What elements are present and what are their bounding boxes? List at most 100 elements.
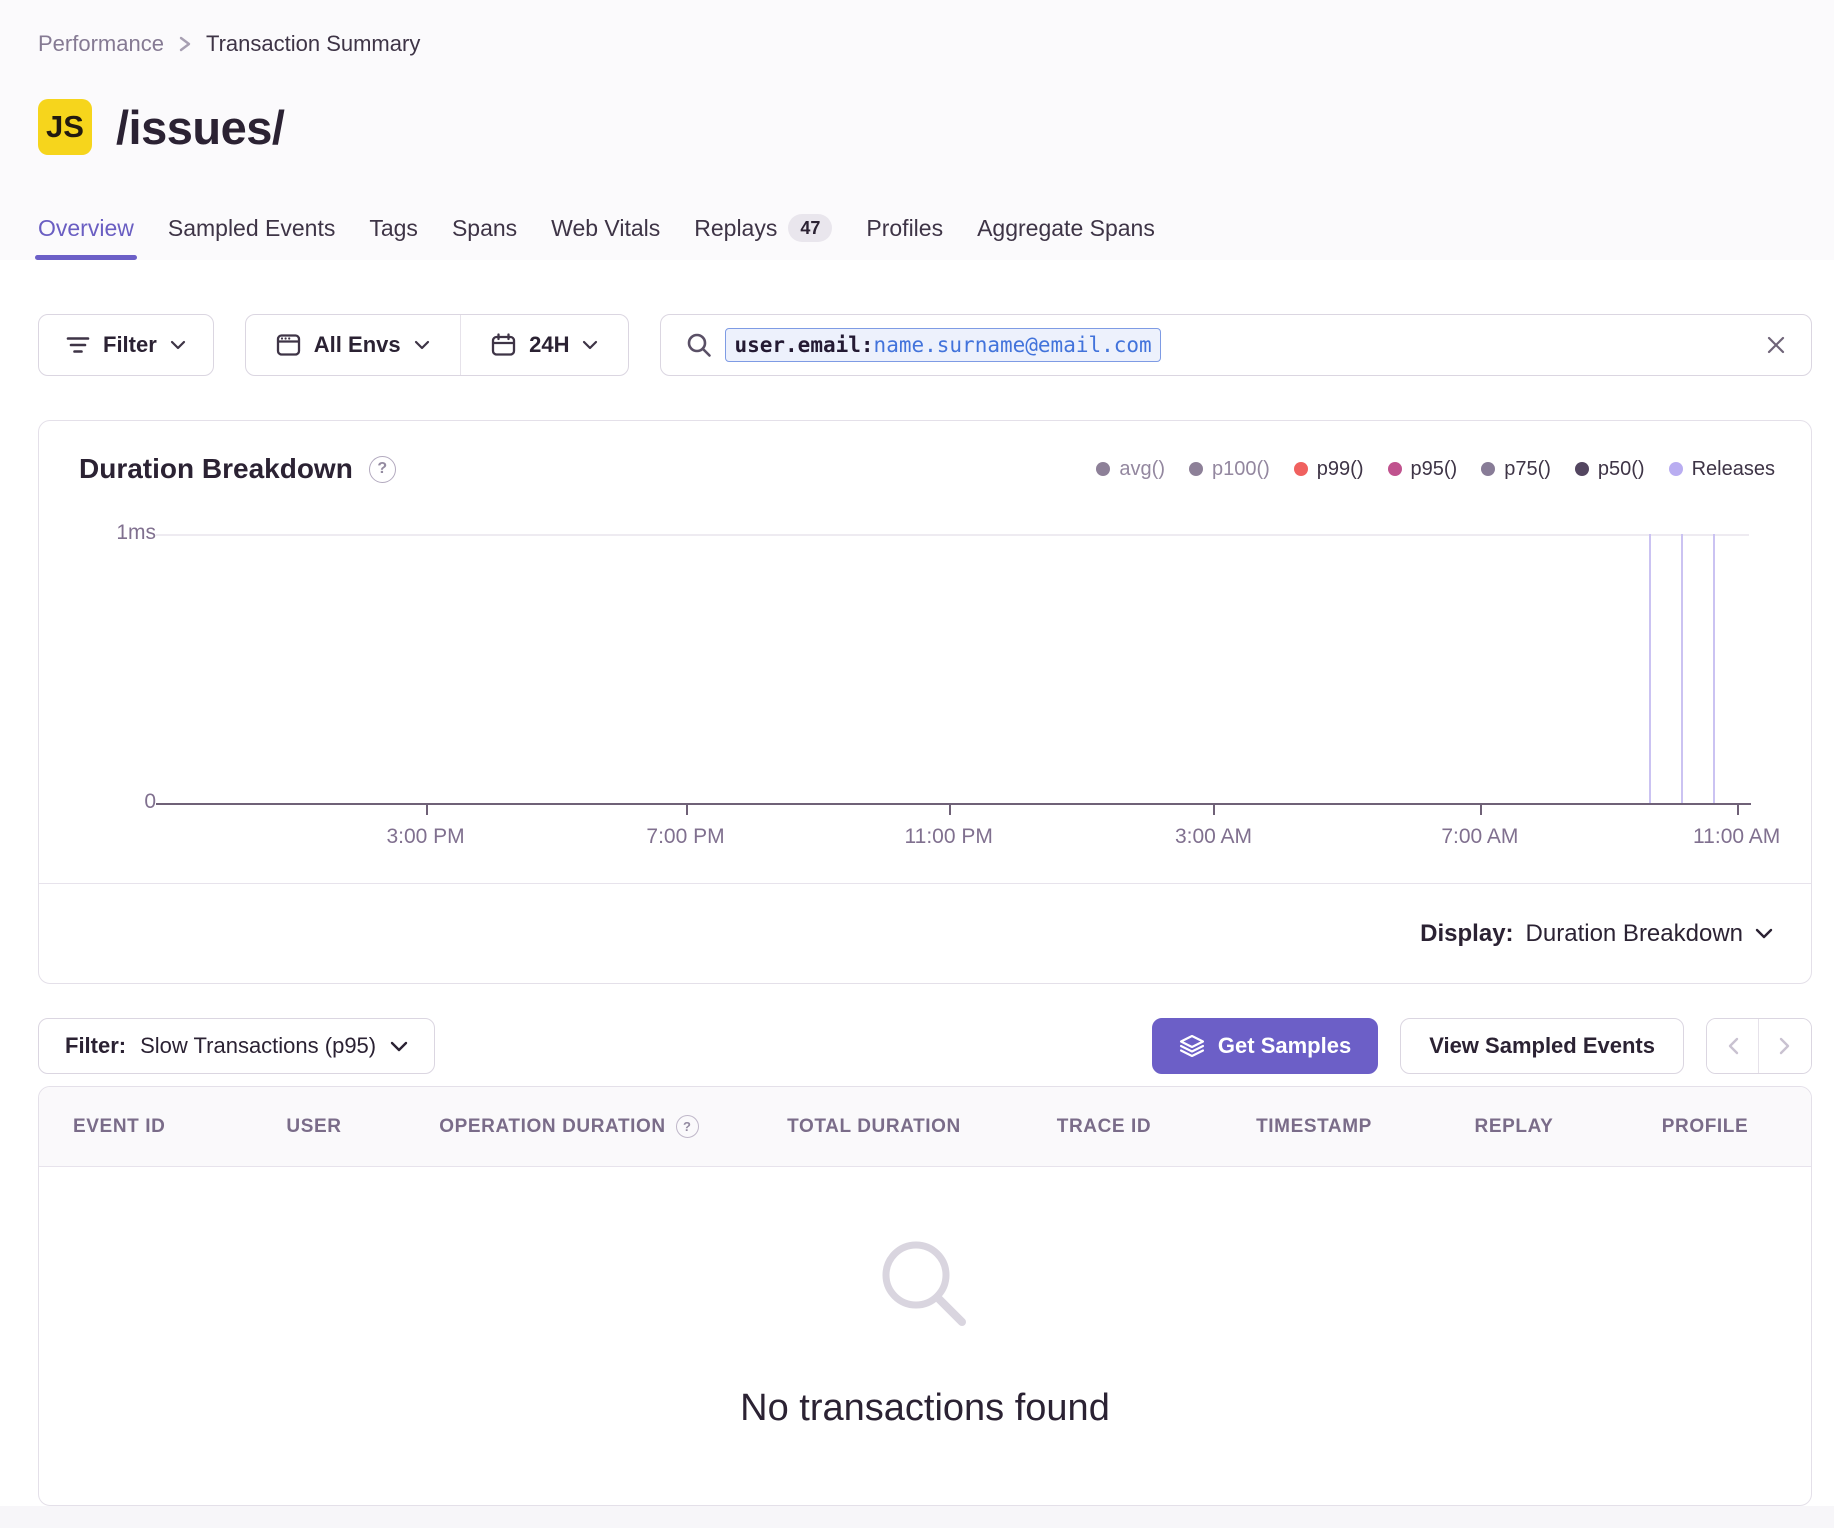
breadcrumb: Performance Transaction Summary: [38, 30, 1812, 58]
release-marker-line: [1681, 534, 1684, 803]
tab-aggregate-spans[interactable]: Aggregate Spans: [977, 214, 1155, 260]
view-sampled-events-button[interactable]: View Sampled Events: [1400, 1018, 1684, 1074]
legend-item-avg[interactable]: avg(): [1096, 458, 1165, 481]
clear-search-icon[interactable]: [1765, 334, 1787, 356]
x-axis-line: [156, 803, 1751, 805]
stack-icon: [1179, 1034, 1205, 1059]
column-header-label: TIMESTAMP: [1256, 1116, 1372, 1138]
tab-label: Spans: [452, 215, 517, 242]
release-marker-line: [1713, 534, 1716, 803]
filter-button-label: Filter: [103, 332, 157, 358]
previous-page-button[interactable]: [1707, 1019, 1759, 1073]
legend-label: p50(): [1598, 458, 1645, 481]
x-axis-tick-label: 7:00 PM: [646, 825, 724, 849]
legend-dot-icon: [1575, 462, 1589, 476]
y-axis-min-label: 0: [38, 790, 156, 814]
display-selector[interactable]: Display: Duration Breakdown: [39, 883, 1811, 983]
table-empty-state: No transactions found: [39, 1167, 1811, 1505]
x-axis-tick: [686, 805, 688, 815]
environment-selector[interactable]: All Envs: [246, 315, 460, 375]
search-token-key: user.email:: [734, 333, 873, 357]
chevron-down-icon: [414, 340, 430, 350]
tab-spans[interactable]: Spans: [452, 214, 517, 260]
duration-breakdown-panel: Duration Breakdown avg() p100() p99() p95()…: [38, 420, 1812, 984]
tab-profiles[interactable]: Profiles: [866, 214, 943, 260]
tab-overview[interactable]: Overview: [38, 214, 134, 260]
transactions-filter-label: Filter:: [65, 1033, 126, 1059]
breadcrumb-chevron-icon: [178, 34, 192, 54]
search-token-value: name.surname@email.com: [874, 333, 1152, 357]
legend-dot-icon: [1669, 462, 1683, 476]
footer-strip: [0, 1506, 1834, 1528]
column-header-label: EVENT ID: [73, 1116, 165, 1138]
legend-item-p100[interactable]: p100(): [1189, 458, 1270, 481]
gridline-top: [156, 534, 1749, 536]
chart-title: Duration Breakdown: [79, 453, 353, 485]
legend-dot-icon: [1096, 462, 1110, 476]
legend-item-p75[interactable]: p75(): [1481, 458, 1551, 481]
y-axis-max-label: 1ms: [38, 521, 156, 545]
chart-legend: avg() p100() p99() p95() p75() p50() Releases: [1096, 458, 1775, 481]
legend-item-p99[interactable]: p99(): [1294, 458, 1364, 481]
legend-dot-icon: [1388, 462, 1402, 476]
x-axis-tick-label: 11:00 PM: [905, 825, 993, 849]
get-samples-label: Get Samples: [1218, 1033, 1351, 1059]
column-header-label: OPERATION DURATION: [439, 1116, 665, 1138]
search-token[interactable]: user.email:name.surname@email.com: [725, 328, 1160, 362]
legend-item-releases[interactable]: Releases: [1669, 458, 1775, 481]
breadcrumb-transaction-summary: Transaction Summary: [206, 30, 420, 58]
tab-label: Overview: [38, 215, 134, 242]
legend-dot-icon: [1189, 462, 1203, 476]
legend-label: p100(): [1212, 458, 1270, 481]
display-value: Duration Breakdown: [1526, 920, 1743, 948]
date-range-selector[interactable]: 24H: [461, 315, 628, 375]
column-header-timestamp: TIMESTAMP: [1199, 1116, 1429, 1138]
filter-button[interactable]: Filter: [38, 314, 214, 376]
help-icon[interactable]: [369, 456, 396, 483]
tab-label: Tags: [369, 215, 418, 242]
column-header-user: USER: [229, 1116, 399, 1138]
tab-tags[interactable]: Tags: [369, 214, 418, 260]
empty-message: No transactions found: [740, 1387, 1110, 1430]
legend-label: Releases: [1692, 458, 1775, 481]
chevron-down-icon: [582, 340, 598, 350]
legend-label: p99(): [1317, 458, 1364, 481]
transactions-filter-dropdown[interactable]: Filter: Slow Transactions (p95): [38, 1018, 435, 1074]
column-header-label: TRACE ID: [1057, 1116, 1152, 1138]
next-page-button[interactable]: [1759, 1019, 1811, 1073]
legend-item-p95[interactable]: p95(): [1388, 458, 1458, 481]
x-axis-tick-label: 3:00 PM: [386, 825, 464, 849]
search-input[interactable]: user.email:name.surname@email.com: [660, 314, 1812, 376]
tab-label: Replays: [694, 215, 777, 242]
tab-replays[interactable]: Replays47: [694, 214, 832, 260]
column-header-label: REPLAY: [1475, 1116, 1554, 1138]
x-axis-tick: [1213, 805, 1215, 815]
empty-search-icon: [866, 1229, 984, 1347]
tab-label: Sampled Events: [168, 215, 335, 242]
legend-label: avg(): [1119, 458, 1165, 481]
filter-lines-icon: [66, 335, 90, 355]
column-header-label: PROFILE: [1662, 1116, 1749, 1138]
column-header-operation-duration: OPERATION DURATION: [399, 1115, 739, 1138]
x-axis-tick: [426, 805, 428, 815]
legend-item-p50[interactable]: p50(): [1575, 458, 1645, 481]
breadcrumb-performance[interactable]: Performance: [38, 30, 164, 58]
display-label: Display:: [1420, 920, 1513, 948]
title-row: JS /issues/: [38, 96, 1812, 158]
x-axis-tick-label: 11:00 AM: [1693, 825, 1780, 849]
tab-web-vitals[interactable]: Web Vitals: [551, 214, 660, 260]
column-header-event-id: EVENT ID: [39, 1116, 229, 1138]
x-axis-tick: [949, 805, 951, 815]
column-header-total-duration: TOTAL DURATION: [739, 1116, 1009, 1138]
help-icon[interactable]: [676, 1115, 699, 1138]
legend-dot-icon: [1294, 462, 1308, 476]
page-title: /issues/: [116, 100, 284, 155]
x-axis-tick: [1737, 805, 1739, 815]
chevron-down-icon: [1755, 928, 1773, 939]
transactions-filter-value: Slow Transactions (p95): [140, 1033, 376, 1059]
x-axis-labels: 3:00 PM7:00 PM11:00 PM3:00 AM7:00 AM11:0…: [39, 825, 1783, 857]
tab-sampled-events[interactable]: Sampled Events: [168, 214, 335, 260]
tab-label: Aggregate Spans: [977, 215, 1155, 242]
column-header-replay: REPLAY: [1429, 1116, 1599, 1138]
get-samples-button[interactable]: Get Samples: [1152, 1018, 1378, 1074]
